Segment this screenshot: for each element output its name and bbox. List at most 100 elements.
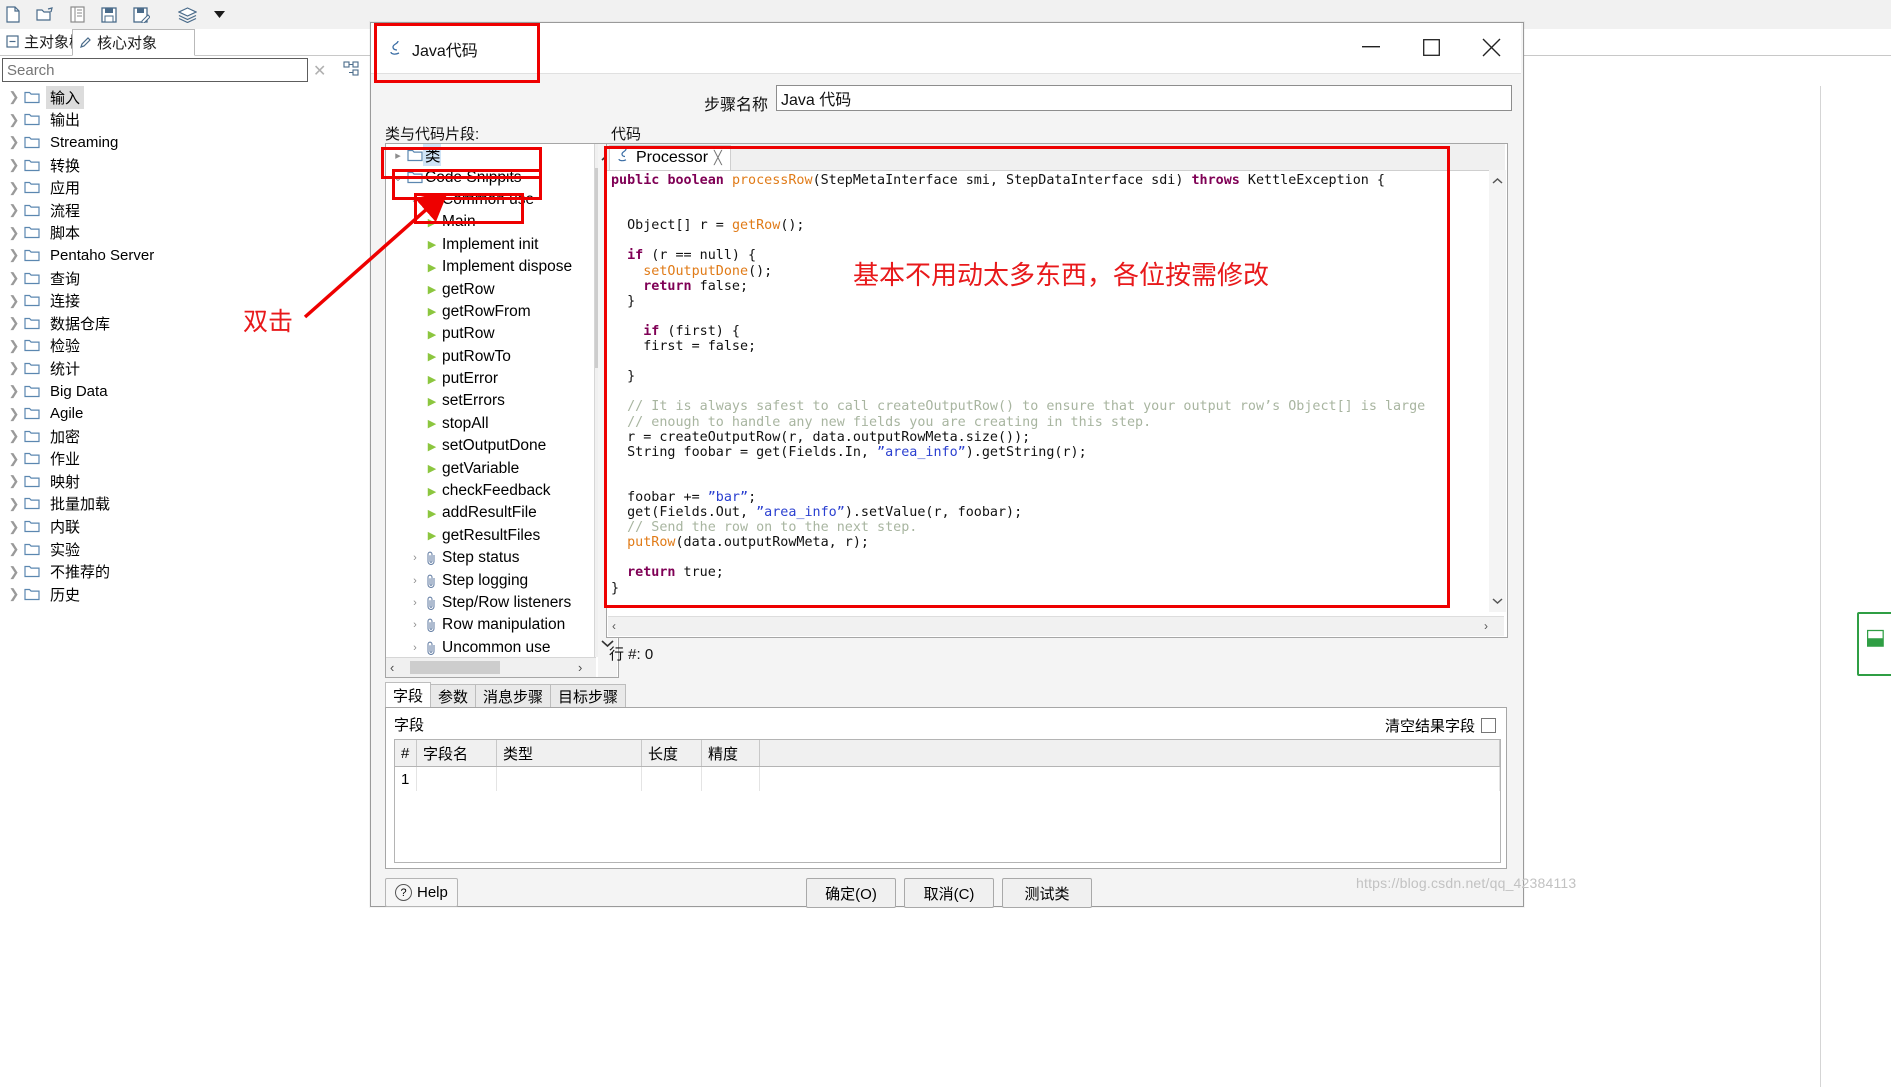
clear-search-icon[interactable]: ✕ xyxy=(313,61,326,81)
ok-button[interactable]: 确定(O) xyxy=(806,878,896,908)
layers-icon[interactable] xyxy=(176,5,198,25)
snippet-tree-item[interactable]: ▶ stopAll xyxy=(386,413,596,435)
snippet-tree-item[interactable]: ▶ getResultFiles xyxy=(386,525,596,547)
snippet-tree-item[interactable]: ▶ Implement dispose xyxy=(386,256,596,278)
chevron-right-icon[interactable]: ❯ xyxy=(4,89,24,105)
chevron-down-icon[interactable] xyxy=(1492,594,1503,608)
snippet-tree-item[interactable]: ▶ setErrors xyxy=(386,390,596,412)
snippet-tree-item[interactable]: ▸ 类 xyxy=(386,144,596,167)
snippet-tree-list[interactable]: ▸ 类 ⌄ Code Snippits ⌄ Common use ▶ Main ▶ Impleme… xyxy=(386,144,596,657)
save-as-icon[interactable] xyxy=(130,5,152,25)
table-cell[interactable] xyxy=(417,767,497,791)
snippet-tree-item[interactable]: › Step logging xyxy=(386,569,596,591)
column-header[interactable]: 字段名 xyxy=(417,740,497,766)
snippet-horizontal-scrollbar[interactable]: ‹ › xyxy=(386,657,596,677)
column-header[interactable]: 长度 xyxy=(642,740,702,766)
column-header[interactable]: 类型 xyxy=(497,740,642,766)
snippet-tree-item[interactable]: ▶ Main xyxy=(386,211,596,233)
step-name-input[interactable] xyxy=(776,85,1512,111)
sidebar-item[interactable]: ❯ 加密 xyxy=(0,425,370,448)
sidebar-item[interactable]: ❯ 统计 xyxy=(0,357,370,380)
sidebar-item[interactable]: ❯ Agile xyxy=(0,402,370,425)
table-row[interactable]: 1 xyxy=(395,767,1500,791)
sidebar-item[interactable]: ❯ 流程 xyxy=(0,199,370,222)
sidebar-item[interactable]: ❯ 输出 xyxy=(0,109,370,132)
column-header[interactable] xyxy=(760,740,1500,766)
chevron-right-icon[interactable]: ❯ xyxy=(4,383,24,399)
twisty-icon[interactable]: › xyxy=(407,597,423,609)
sidebar-item[interactable]: ❯ 实验 xyxy=(0,538,370,561)
sidebar-item[interactable]: ❯ 数据仓库 xyxy=(0,312,370,335)
sidebar-item[interactable]: ❯ Pentaho Server xyxy=(0,244,370,267)
chevron-right-icon[interactable]: ❯ xyxy=(4,496,24,512)
snippet-tree-item[interactable]: ▶ putRowTo xyxy=(386,346,596,368)
cancel-button[interactable]: 取消(C) xyxy=(904,878,994,908)
snippet-tree-item[interactable]: ▶ addResultFile xyxy=(386,502,596,524)
code-tab-processor[interactable]: Processor ╳ xyxy=(609,145,731,170)
bottom-tab[interactable]: 目标步骤 xyxy=(550,684,627,707)
sidebar-item[interactable]: ❯ 输入 xyxy=(0,85,370,109)
snippet-tree-item[interactable]: ⌄ Code Snippits xyxy=(386,166,596,188)
canvas-step-node[interactable]: ⬓ xyxy=(1857,612,1891,676)
bottom-tab[interactable]: 消息步骤 xyxy=(475,684,552,707)
snippet-tree-item[interactable]: ▶ putError xyxy=(386,368,596,390)
scroll-left-icon[interactable]: ‹ xyxy=(390,660,394,675)
bottom-tab[interactable]: 参数 xyxy=(430,684,477,707)
scroll-right-icon[interactable]: › xyxy=(1484,619,1488,633)
snippet-tree-item[interactable]: › Step/Row listeners xyxy=(386,592,596,614)
twisty-icon[interactable]: ⌄ xyxy=(390,171,406,184)
twisty-icon[interactable]: ▸ xyxy=(390,149,406,162)
sidebar-item[interactable]: ❯ 内联 xyxy=(0,515,370,538)
code-vertical-scrollbar[interactable] xyxy=(1489,170,1506,612)
snippet-tree-item[interactable]: ▶ getRow xyxy=(386,278,596,300)
sidebar-item[interactable]: ❯ 转换 xyxy=(0,154,370,177)
sidebar-item[interactable]: ❯ 连接 xyxy=(0,289,370,312)
close-icon[interactable]: ╳ xyxy=(714,150,722,166)
chevron-right-icon[interactable]: ❯ xyxy=(4,519,24,535)
chevron-right-icon[interactable]: ❯ xyxy=(4,134,24,150)
chevron-right-icon[interactable]: ❯ xyxy=(4,564,24,580)
column-header[interactable]: 精度 xyxy=(702,740,760,766)
test-class-button[interactable]: 测试类 xyxy=(1002,878,1092,908)
snippet-tree-item[interactable]: ▶ setOutputDone xyxy=(386,435,596,457)
snippet-tree-item[interactable]: ⌄ Common use xyxy=(386,189,596,211)
save-icon[interactable] xyxy=(98,5,120,25)
chevron-right-icon[interactable]: ❯ xyxy=(4,315,24,331)
scrollbar-thumb[interactable] xyxy=(410,661,500,674)
chevron-right-icon[interactable]: ❯ xyxy=(4,270,24,286)
sidebar-item[interactable]: ❯ 检验 xyxy=(0,335,370,358)
snippet-tree-item[interactable]: › Uncommon use xyxy=(386,637,596,657)
twisty-icon[interactable]: › xyxy=(407,552,423,564)
twisty-icon[interactable]: ⌄ xyxy=(407,193,423,206)
scroll-left-icon[interactable]: ‹ xyxy=(612,619,616,633)
explorer-icon[interactable] xyxy=(66,5,88,25)
open-folder-icon[interactable] xyxy=(34,5,56,25)
scroll-right-icon[interactable]: › xyxy=(578,660,582,675)
sidebar-item[interactable]: ❯ 批量加载 xyxy=(0,493,370,516)
sidebar-item[interactable]: ❯ 作业 xyxy=(0,448,370,471)
chevron-right-icon[interactable]: ❯ xyxy=(4,293,24,309)
chevron-right-icon[interactable]: ❯ xyxy=(4,202,24,218)
chevron-right-icon[interactable]: ❯ xyxy=(4,586,24,602)
table-cell[interactable]: 1 xyxy=(395,767,417,791)
snippet-tree-item[interactable]: ▶ putRow xyxy=(386,323,596,345)
chevron-right-icon[interactable]: ❯ xyxy=(4,541,24,557)
sidebar-item[interactable]: ❯ 历史 xyxy=(0,583,370,606)
maximize-button[interactable] xyxy=(1401,23,1461,71)
app-tab-core-objects[interactable]: 核心对象 xyxy=(72,29,195,56)
bottom-tab-bar[interactable]: 字段 参数 消息步骤 目标步骤 xyxy=(385,682,627,707)
twisty-icon[interactable]: › xyxy=(407,575,423,587)
chevron-right-icon[interactable]: ❯ xyxy=(4,157,24,173)
sidebar-item[interactable]: ❯ 应用 xyxy=(0,176,370,199)
snippet-tree-item[interactable]: ▶ getRowFrom xyxy=(386,301,596,323)
minimize-button[interactable] xyxy=(1341,23,1401,71)
table-cell[interactable] xyxy=(497,767,642,791)
checkbox-box[interactable] xyxy=(1481,718,1496,733)
sidebar-item[interactable]: ❯ 查询 xyxy=(0,267,370,290)
chevron-right-icon[interactable]: ❯ xyxy=(4,338,24,354)
chevron-right-icon[interactable]: ❯ xyxy=(4,180,24,196)
chevron-up-icon[interactable] xyxy=(1492,174,1503,188)
table-cell[interactable] xyxy=(760,767,1500,791)
table-cell[interactable] xyxy=(642,767,702,791)
sidebar-item[interactable]: ❯ 不推荐的 xyxy=(0,560,370,583)
